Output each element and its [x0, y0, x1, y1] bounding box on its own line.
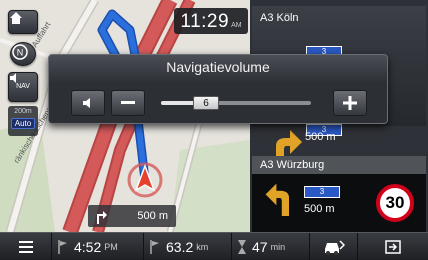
- mute-button[interactable]: [71, 90, 105, 116]
- lane-guidance: 500 m: [88, 205, 176, 227]
- zoom-mode-badge: Auto: [11, 118, 35, 129]
- road-name: A3 Würzburg: [252, 156, 426, 174]
- compass-icon: N: [12, 44, 28, 60]
- maneuver-distance: 500 m: [305, 131, 336, 143]
- home-icon: [10, 12, 22, 24]
- clock: 11:29 AM: [174, 8, 248, 34]
- eta-value: 4:52: [74, 238, 102, 255]
- maneuver-card-2[interactable]: A3 Würzburg 3 500 m 30: [252, 156, 426, 232]
- volume-dialog-title: Navigatievolume: [166, 59, 270, 75]
- turn-arrow-icon: [97, 211, 107, 224]
- lane-distance: 500 m: [137, 210, 168, 222]
- menu-icon: [18, 240, 33, 253]
- volume-slider-thumb[interactable]: 6: [193, 96, 219, 110]
- remaining-time-unit: min: [270, 241, 286, 252]
- turn-arrow-icon: [265, 183, 289, 216]
- nav-label: NAV: [16, 83, 30, 90]
- volume-down-button[interactable]: [111, 90, 145, 116]
- distance-value: 63.2: [166, 238, 194, 255]
- nav-volume-button[interactable]: NAV: [8, 72, 38, 102]
- exit-button[interactable]: [358, 233, 428, 260]
- speaker-icon: [10, 73, 16, 83]
- hourglass-icon: [238, 239, 246, 254]
- menu-button[interactable]: [0, 232, 52, 260]
- maneuver-distance: 500 m: [304, 203, 335, 215]
- plus-icon: [343, 96, 357, 110]
- map-scale[interactable]: 200m Auto: [8, 106, 38, 136]
- speaker-icon: [83, 98, 90, 108]
- road-name: A3 Köln: [260, 12, 299, 24]
- svg-text:N: N: [17, 48, 24, 58]
- flag-icon: [58, 239, 68, 254]
- exit-icon: [385, 239, 401, 254]
- navigation-screen: ränkische Eichenschneise Auffahrt N NAV …: [0, 0, 428, 260]
- flag-icon: [150, 239, 160, 254]
- bottom-bar: 4:52 PM 63.2 km 47 min: [0, 232, 428, 260]
- distance-unit: km: [196, 241, 209, 252]
- eta-unit: PM: [104, 241, 118, 252]
- distance-info[interactable]: 63.2 km: [144, 232, 232, 260]
- remaining-time-info[interactable]: 47 min: [232, 232, 310, 260]
- scale-distance: 200m: [14, 108, 32, 115]
- minus-icon: [121, 101, 135, 104]
- eta-info[interactable]: 4:52 PM: [52, 232, 144, 260]
- volume-dialog: Navigatievolume 6: [48, 54, 388, 124]
- route-options-button[interactable]: [310, 232, 358, 260]
- volume-up-button[interactable]: [333, 90, 367, 116]
- volume-slider-track[interactable]: [161, 101, 311, 105]
- clock-time: 11:29: [180, 11, 230, 32]
- compass-button[interactable]: N: [10, 42, 36, 66]
- car-route-icon: [324, 239, 345, 255]
- speed-limit-sign: 30: [376, 184, 414, 222]
- clock-ampm: AM: [231, 22, 242, 29]
- home-button[interactable]: [8, 10, 38, 34]
- motorway-sign: 3: [304, 186, 340, 198]
- remaining-time-value: 47: [252, 238, 268, 255]
